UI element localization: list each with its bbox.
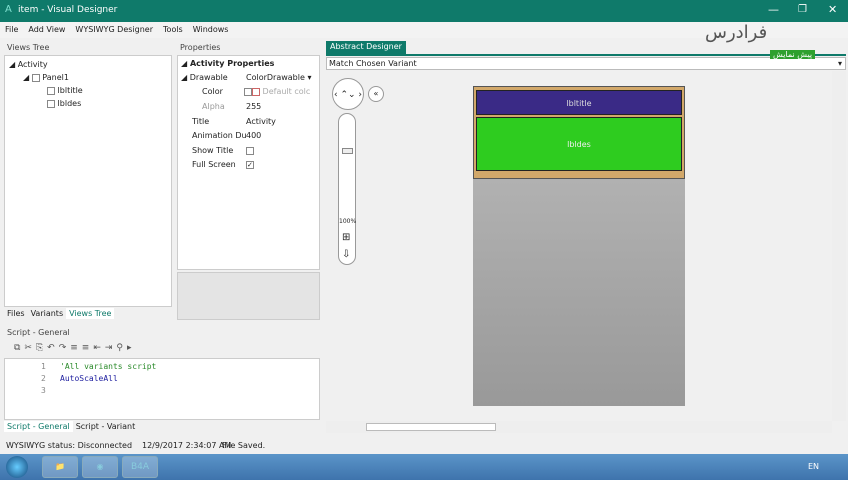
pan-control[interactable]: ‹ ⌃⌄ › xyxy=(332,78,364,110)
zoom-thumb[interactable] xyxy=(342,148,353,154)
tab-views-tree[interactable]: Views Tree xyxy=(66,308,115,319)
full-screen-checkbox[interactable]: ✓ xyxy=(246,158,254,172)
b4a-taskbar-button[interactable]: B4A xyxy=(122,456,158,478)
lbltitle-view[interactable]: lbltitle xyxy=(476,90,682,115)
alpha-value[interactable]: 255 xyxy=(246,100,261,114)
value: Default colc xyxy=(262,87,311,96)
properties-header: Properties xyxy=(177,42,320,54)
language-indicator[interactable]: EN xyxy=(808,462,819,471)
label: lbltitle xyxy=(57,86,83,95)
views-tree-title: Views Tree xyxy=(4,42,172,54)
close-button[interactable]: ✕ xyxy=(828,3,837,16)
status-message: File Saved. xyxy=(222,441,266,450)
code-line: 'All variants script xyxy=(60,362,157,371)
script-editor[interactable]: 123 'All variants script AutoScaleAll xyxy=(4,358,320,420)
views-tree: ◢ Activity ◢ Panel1 lbltitle lbldes xyxy=(4,55,172,307)
prop-animation: Animation Du xyxy=(192,131,247,140)
prop-full-screen: Full Screen xyxy=(192,160,236,169)
prop-alpha: Alpha xyxy=(202,102,225,111)
title-bar: A item - Visual Designer — ❐ ✕ xyxy=(0,0,848,22)
value: Match Chosen Variant xyxy=(329,59,417,68)
code-line: AutoScaleAll xyxy=(60,374,118,383)
start-button[interactable] xyxy=(6,456,28,478)
show-title-checkbox[interactable] xyxy=(246,144,254,158)
collapse-icon[interactable]: « xyxy=(368,86,384,102)
title-value[interactable]: Activity xyxy=(246,115,276,129)
line-numbers: 123 xyxy=(41,362,46,395)
menu-wysiwyg[interactable]: WYSIWYG Designer xyxy=(75,25,153,34)
left-tabs: Files Variants Views Tree xyxy=(4,308,115,319)
zoom-label: 100% xyxy=(339,218,357,225)
prop-drawable[interactable]: ◢ Drawable xyxy=(181,71,228,85)
tab-variants[interactable]: Variants xyxy=(28,308,67,319)
tree-item-panel1[interactable]: ◢ Panel1 xyxy=(23,71,69,85)
chrome-icon[interactable]: ◉ xyxy=(82,456,118,478)
tab-files[interactable]: Files xyxy=(4,308,28,319)
views-tree-header: Views Tree xyxy=(4,42,172,54)
color-value[interactable]: Default colc xyxy=(244,85,310,99)
section-header[interactable]: ◢ Activity Properties xyxy=(181,57,274,71)
label: lbldes xyxy=(57,99,82,108)
tree-item-lbldes[interactable]: lbldes xyxy=(47,97,81,111)
script-header: Script - General xyxy=(4,327,320,339)
property-description xyxy=(177,272,320,320)
restore-button[interactable]: ❐ xyxy=(798,4,807,15)
prop-show-title: Show Title xyxy=(192,146,234,155)
vertical-scrollbar[interactable] xyxy=(832,71,846,421)
status-time: 12/9/2017 2:34:07 AM xyxy=(142,441,232,450)
script-title: Script - General xyxy=(4,327,320,339)
script-tabs: Script - General Script - Variant xyxy=(4,421,138,432)
tree-item-activity[interactable]: ◢ Activity xyxy=(9,58,48,72)
code: 'All variants script AutoScaleAll xyxy=(60,361,156,385)
properties-grid: ◢ Activity Properties ◢ Drawable ColorDr… xyxy=(177,55,320,270)
tab-abstract-designer[interactable]: Abstract Designer xyxy=(326,41,406,54)
panel1[interactable]: lbltitle lbldes xyxy=(473,86,685,179)
animation-value[interactable]: 400 xyxy=(246,129,261,143)
minimize-button[interactable]: — xyxy=(768,3,779,16)
label: Activity Properties xyxy=(189,59,275,68)
label: Drawable xyxy=(189,73,228,82)
menu-windows[interactable]: Windows xyxy=(193,25,229,34)
tab-script-general[interactable]: Script - General xyxy=(4,421,73,432)
prop-title: Title xyxy=(192,117,210,126)
window-title: item - Visual Designer xyxy=(18,5,118,15)
taskbar: 📁 ◉ B4A EN xyxy=(0,454,848,480)
tree-item-lbltitle[interactable]: lbltitle xyxy=(47,84,83,98)
properties-title: Properties xyxy=(177,42,320,54)
watermark-badge: پیش نمایش xyxy=(770,50,816,59)
menu-add-view[interactable]: Add View xyxy=(28,25,65,34)
zoom-slider[interactable]: 100% ⊞ ⇩ xyxy=(338,113,356,265)
app-icon: A xyxy=(5,4,12,15)
label: Panel1 xyxy=(42,73,69,82)
explorer-icon[interactable]: 📁 xyxy=(42,456,78,478)
lbldes-view[interactable]: lbldes xyxy=(476,117,682,171)
value: ColorDrawable xyxy=(246,73,305,82)
tab-script-variant[interactable]: Script - Variant xyxy=(73,421,139,432)
wysiwyg-status: WYSIWYG status: Disconnected xyxy=(6,441,133,450)
label: Activity xyxy=(17,60,48,69)
horizontal-scrollbar[interactable] xyxy=(326,421,832,433)
designer-canvas: ‹ ⌃⌄ › « 100% ⊞ ⇩ lbltitle lbldes xyxy=(326,71,832,421)
script-toolbar[interactable]: ⧉✂⎘↶↷≡≡⇤⇥⚲▸ xyxy=(14,343,136,353)
prop-color: Color xyxy=(202,87,223,96)
menu-file[interactable]: File xyxy=(5,25,18,34)
menu-tools[interactable]: Tools xyxy=(163,25,183,34)
fit-icon[interactable]: ⊞ xyxy=(342,232,350,243)
drawable-select[interactable]: ColorDrawable ▾ xyxy=(246,71,311,85)
export-icon[interactable]: ⇩ xyxy=(342,249,350,260)
